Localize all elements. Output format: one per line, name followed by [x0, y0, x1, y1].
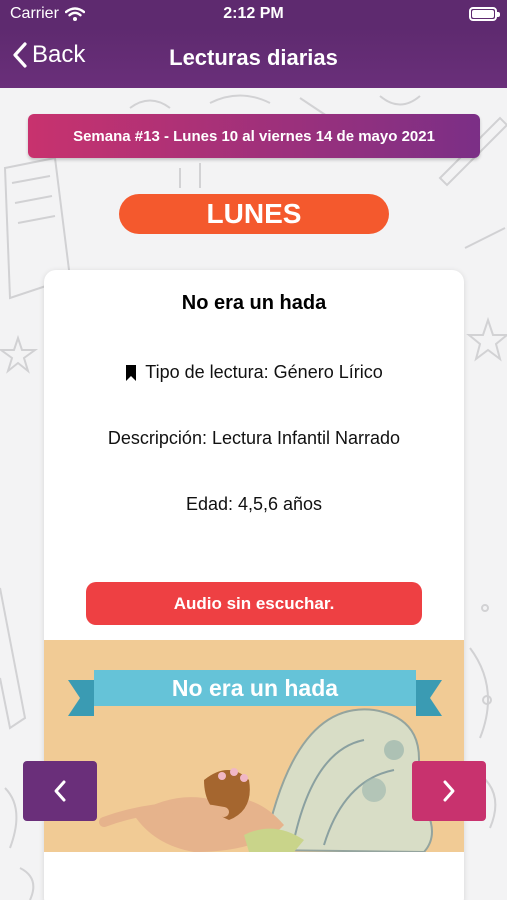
reading-card: No era un hada Tipo de lectura: Género L… [44, 270, 464, 900]
battery-icon [469, 7, 500, 21]
day-label: LUNES [119, 194, 389, 234]
page-title: Lecturas diarias [169, 45, 338, 70]
next-button[interactable] [412, 761, 486, 821]
chevron-right-icon [443, 780, 455, 802]
reading-age: Edad: 4,5,6 años [185, 494, 323, 514]
battery-fill [472, 10, 494, 18]
audio-button[interactable]: Audio sin escuchar. [86, 582, 422, 625]
illustration-banner: No era un hada [68, 670, 442, 716]
reading-type: Tipo de lectura: Género Lírico [145, 362, 383, 382]
reading-illustration: No era un hada [44, 640, 464, 852]
bookmark-icon [126, 364, 137, 381]
chevron-left-icon [54, 780, 66, 802]
nav-bar: Back Lecturas diarias [0, 28, 507, 88]
previous-button[interactable] [23, 761, 97, 821]
status-bar: Carrier 2:12 PM [0, 0, 507, 28]
week-banner: Semana #13 - Lunes 10 al viernes 14 de m… [28, 114, 480, 158]
status-time: 2:12 PM [223, 5, 284, 22]
reading-description: Descripción: Lectura Infantil Narrado [107, 428, 401, 448]
reading-type-row: Tipo de lectura: Género Lírico [44, 362, 464, 383]
reading-title: No era un hada [181, 292, 327, 314]
